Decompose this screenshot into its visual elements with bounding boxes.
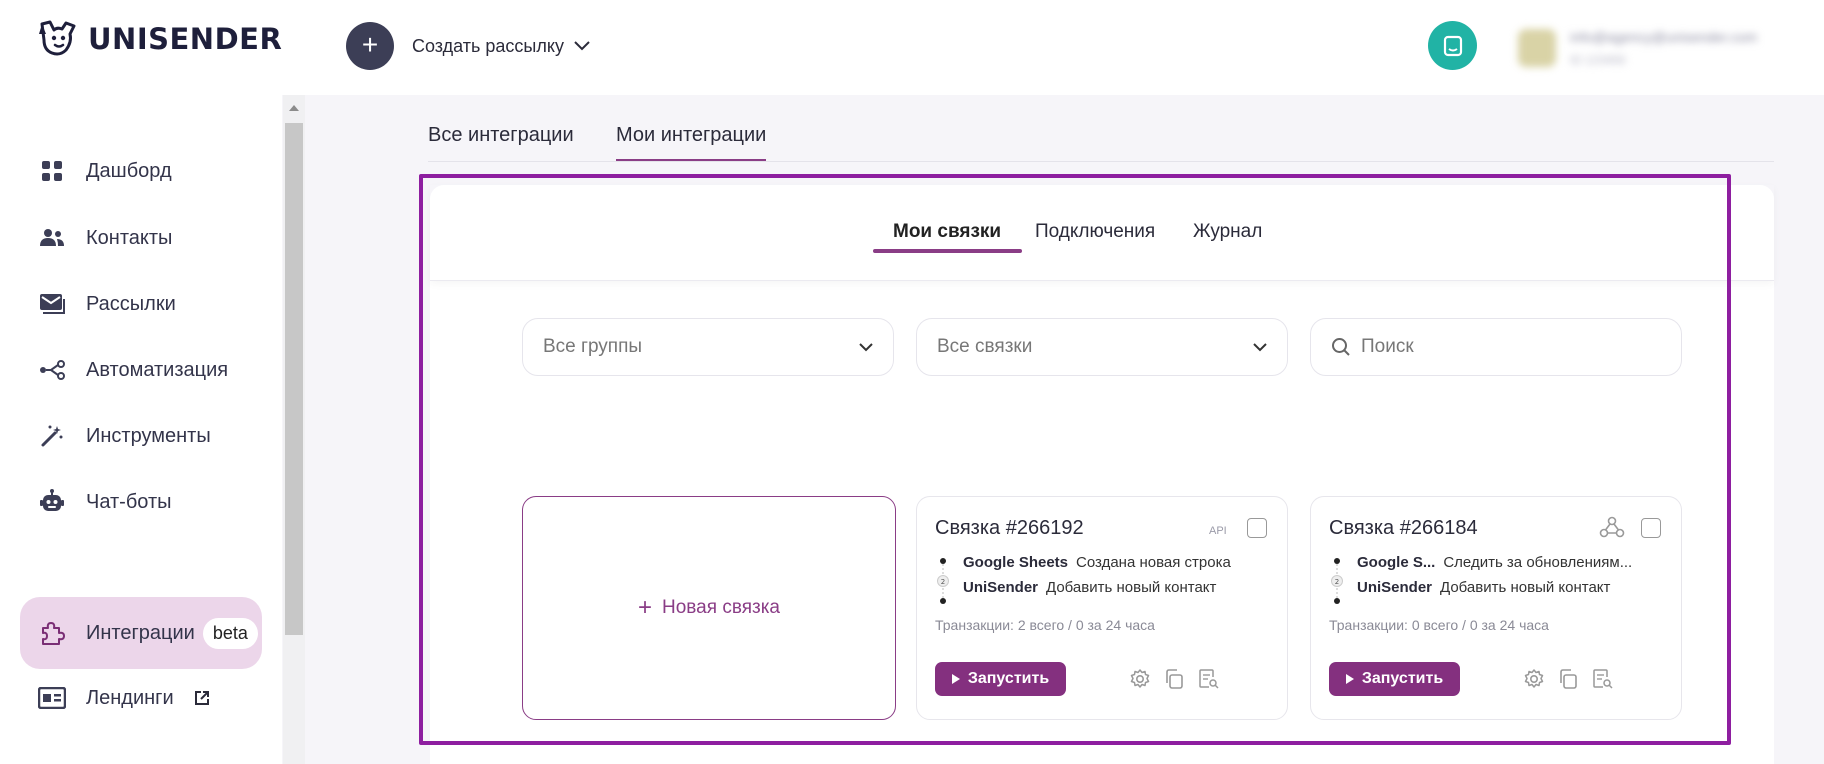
sidebar-item-label: Инструменты bbox=[86, 424, 211, 447]
chat-bubble-icon bbox=[1442, 35, 1464, 57]
user-id: ID 123456 bbox=[1570, 53, 1626, 67]
scrollbar-thumb[interactable] bbox=[285, 123, 303, 635]
logo[interactable]: UNISENDER bbox=[36, 20, 282, 58]
logo-text: UNISENDER bbox=[88, 22, 283, 56]
top-bar: UNISENDER + Создать рассылку info@agency… bbox=[0, 0, 1824, 95]
sidebar-item-label: Контакты bbox=[86, 226, 173, 249]
sidebar-item-contacts[interactable]: Контакты bbox=[20, 202, 262, 274]
sidebar-item-label: Интеграции bbox=[86, 621, 195, 644]
sidebar-item-campaigns[interactable]: Рассылки bbox=[20, 268, 262, 340]
magic-wand-icon bbox=[38, 422, 66, 450]
main-tabs: Все интеграции Мои интеграции bbox=[428, 106, 1774, 162]
user-profile[interactable]: info@agency@unisender.com ID 123456 bbox=[1518, 18, 1818, 78]
create-campaign-button[interactable]: + Создать рассылку bbox=[346, 22, 590, 70]
mail-icon bbox=[38, 290, 66, 318]
tab-all-integrations[interactable]: Все интеграции bbox=[428, 124, 574, 147]
sidebar-item-chatbots[interactable]: Чат-боты bbox=[20, 466, 262, 538]
sidebar-item-landings[interactable]: Лендинги bbox=[20, 662, 262, 734]
create-campaign-label: Создать рассылку bbox=[412, 35, 564, 56]
chevron-down-icon bbox=[574, 41, 590, 51]
sidebar-item-dashboard[interactable]: Дашборд bbox=[20, 135, 262, 207]
sidebar-item-label: Чат-боты bbox=[86, 490, 172, 513]
sidebar-item-automation[interactable]: Автоматизация bbox=[20, 334, 262, 406]
user-email: info@agency@unisender.com bbox=[1570, 29, 1758, 45]
sidebar-item-integrations[interactable]: Интеграции beta bbox=[20, 597, 262, 669]
highlight-frame bbox=[419, 174, 1731, 745]
sidebar-scrollbar[interactable] bbox=[283, 95, 305, 764]
sidebar-item-label: Рассылки bbox=[86, 292, 176, 315]
sidebar-item-label: Автоматизация bbox=[86, 358, 229, 381]
plus-icon[interactable]: + bbox=[346, 22, 394, 70]
beta-badge: beta bbox=[202, 617, 258, 649]
external-link-icon bbox=[194, 690, 210, 706]
puzzle-icon bbox=[38, 619, 66, 647]
help-button[interactable] bbox=[1428, 21, 1477, 70]
dashboard-icon bbox=[38, 157, 66, 185]
automation-icon bbox=[38, 356, 66, 384]
tab-my-integrations[interactable]: Мои интеграции bbox=[616, 124, 767, 161]
sidebar-item-label: Дашборд bbox=[86, 159, 172, 182]
sidebar-item-tools[interactable]: Инструменты bbox=[20, 400, 262, 472]
sidebar: Дашборд Контакты Рассылки Автоматизация … bbox=[0, 95, 282, 764]
sidebar-item-label: Лендинги bbox=[86, 686, 174, 709]
avatar bbox=[1518, 29, 1556, 67]
landing-icon bbox=[38, 684, 66, 712]
dog-logo-icon bbox=[36, 20, 78, 58]
contacts-icon bbox=[38, 224, 66, 252]
scroll-up-arrow-icon[interactable] bbox=[289, 105, 299, 111]
robot-icon bbox=[38, 488, 66, 516]
